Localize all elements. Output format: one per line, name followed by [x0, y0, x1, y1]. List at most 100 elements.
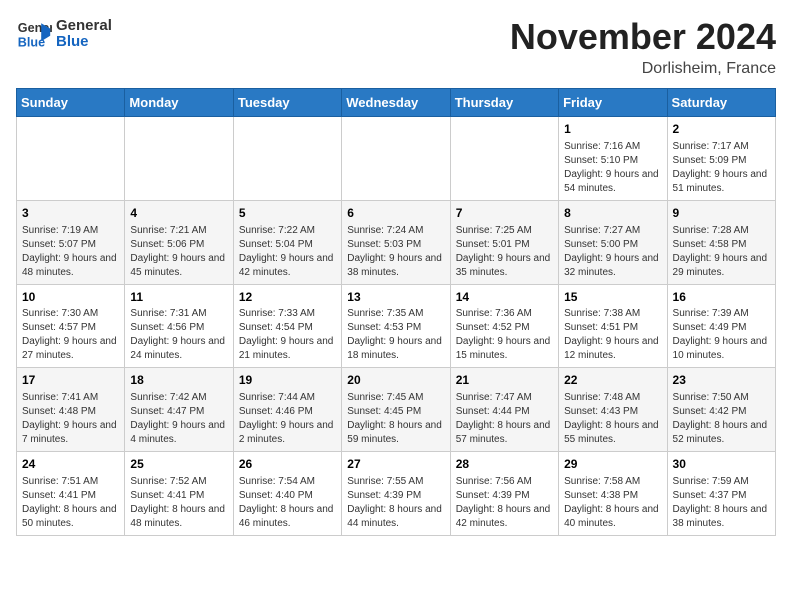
- calendar-week-2: 3 Sunrise: 7:19 AM Sunset: 5:07 PM Daylig…: [17, 200, 776, 284]
- day-detail: Sunrise: 7:50 AM Sunset: 4:42 PM Dayligh…: [673, 392, 768, 445]
- day-number: 12: [239, 289, 336, 306]
- calendar-table: SundayMondayTuesdayWednesdayThursdayFrid…: [16, 88, 776, 536]
- day-detail: Sunrise: 7:28 AM Sunset: 4:58 PM Dayligh…: [673, 225, 768, 278]
- day-number: 29: [564, 456, 661, 473]
- day-detail: Sunrise: 7:25 AM Sunset: 5:01 PM Dayligh…: [456, 225, 551, 278]
- day-number: 23: [673, 372, 770, 389]
- day-number: 9: [673, 205, 770, 222]
- day-detail: Sunrise: 7:33 AM Sunset: 4:54 PM Dayligh…: [239, 308, 334, 361]
- calendar-header-row: SundayMondayTuesdayWednesdayThursdayFrid…: [17, 89, 776, 117]
- calendar-cell: [125, 117, 233, 201]
- calendar-cell: 5 Sunrise: 7:22 AM Sunset: 5:04 PM Daylig…: [233, 200, 341, 284]
- day-detail: Sunrise: 7:47 AM Sunset: 4:44 PM Dayligh…: [456, 392, 551, 445]
- day-detail: Sunrise: 7:35 AM Sunset: 4:53 PM Dayligh…: [347, 308, 442, 361]
- day-detail: Sunrise: 7:19 AM Sunset: 5:07 PM Dayligh…: [22, 225, 117, 278]
- calendar-cell: [342, 117, 450, 201]
- day-number: 5: [239, 205, 336, 222]
- calendar-week-5: 24 Sunrise: 7:51 AM Sunset: 4:41 PM Dayli…: [17, 452, 776, 536]
- calendar-cell: 6 Sunrise: 7:24 AM Sunset: 5:03 PM Daylig…: [342, 200, 450, 284]
- day-number: 30: [673, 456, 770, 473]
- day-detail: Sunrise: 7:16 AM Sunset: 5:10 PM Dayligh…: [564, 141, 659, 194]
- location-title: Dorlisheim, France: [510, 60, 776, 78]
- svg-text:Blue: Blue: [18, 36, 45, 50]
- calendar-cell: 9 Sunrise: 7:28 AM Sunset: 4:58 PM Daylig…: [667, 200, 775, 284]
- calendar-cell: 19Sunrise: 7:44 AM Sunset: 4:46 PM Dayli…: [233, 368, 341, 452]
- calendar-cell: 7 Sunrise: 7:25 AM Sunset: 5:01 PM Daylig…: [450, 200, 558, 284]
- day-detail: Sunrise: 7:58 AM Sunset: 4:38 PM Dayligh…: [564, 476, 659, 529]
- day-detail: Sunrise: 7:39 AM Sunset: 4:49 PM Dayligh…: [673, 308, 768, 361]
- header-day-tuesday: Tuesday: [233, 89, 341, 117]
- calendar-cell: 4 Sunrise: 7:21 AM Sunset: 5:06 PM Daylig…: [125, 200, 233, 284]
- day-number: 25: [130, 456, 227, 473]
- day-detail: Sunrise: 7:52 AM Sunset: 4:41 PM Dayligh…: [130, 476, 225, 529]
- calendar-cell: 21 Sunrise: 7:47 AM Sunset: 4:44 PM Dayli…: [450, 368, 558, 452]
- day-number: 8: [564, 205, 661, 222]
- calendar-body: 1 Sunrise: 7:16 AM Sunset: 5:10 PM Daylig…: [17, 117, 776, 536]
- calendar-week-3: 10 Sunrise: 7:30 AM Sunset: 4:57 PM Dayli…: [17, 284, 776, 368]
- day-number: 4: [130, 205, 227, 222]
- day-number: 24: [22, 456, 119, 473]
- header-day-sunday: Sunday: [17, 89, 125, 117]
- day-number: 14: [456, 289, 553, 306]
- calendar-cell: [450, 117, 558, 201]
- calendar-cell: 8 Sunrise: 7:27 AM Sunset: 5:00 PM Daylig…: [559, 200, 667, 284]
- calendar-cell: 18 Sunrise: 7:42 AM Sunset: 4:47 PM Dayli…: [125, 368, 233, 452]
- calendar-week-4: 17Sunrise: 7:41 AM Sunset: 4:48 PM Dayli…: [17, 368, 776, 452]
- day-detail: Sunrise: 7:22 AM Sunset: 5:04 PM Dayligh…: [239, 225, 334, 278]
- day-number: 1: [564, 121, 661, 138]
- day-detail: Sunrise: 7:42 AM Sunset: 4:47 PM Dayligh…: [130, 392, 225, 445]
- month-title: November 2024: [510, 16, 776, 58]
- day-number: 7: [456, 205, 553, 222]
- calendar-cell: 30Sunrise: 7:59 AM Sunset: 4:37 PM Dayli…: [667, 452, 775, 536]
- calendar-cell: 27 Sunrise: 7:55 AM Sunset: 4:39 PM Dayli…: [342, 452, 450, 536]
- day-number: 6: [347, 205, 444, 222]
- day-number: 27: [347, 456, 444, 473]
- calendar-cell: 12 Sunrise: 7:33 AM Sunset: 4:54 PM Dayli…: [233, 284, 341, 368]
- header-day-wednesday: Wednesday: [342, 89, 450, 117]
- day-detail: Sunrise: 7:31 AM Sunset: 4:56 PM Dayligh…: [130, 308, 225, 361]
- day-number: 3: [22, 205, 119, 222]
- day-detail: Sunrise: 7:48 AM Sunset: 4:43 PM Dayligh…: [564, 392, 659, 445]
- day-number: 20: [347, 372, 444, 389]
- day-detail: Sunrise: 7:56 AM Sunset: 4:39 PM Dayligh…: [456, 476, 551, 529]
- day-number: 28: [456, 456, 553, 473]
- title-area: November 2024 Dorlisheim, France: [510, 16, 776, 78]
- calendar-cell: 13 Sunrise: 7:35 AM Sunset: 4:53 PM Dayli…: [342, 284, 450, 368]
- day-number: 2: [673, 121, 770, 138]
- calendar-cell: 2Sunrise: 7:17 AM Sunset: 5:09 PM Daylig…: [667, 117, 775, 201]
- day-detail: Sunrise: 7:55 AM Sunset: 4:39 PM Dayligh…: [347, 476, 442, 529]
- day-detail: Sunrise: 7:45 AM Sunset: 4:45 PM Dayligh…: [347, 392, 442, 445]
- calendar-cell: 22 Sunrise: 7:48 AM Sunset: 4:43 PM Dayli…: [559, 368, 667, 452]
- logo-general: General: [56, 18, 112, 35]
- header: General Blue General Blue November 2024 …: [16, 16, 776, 78]
- day-detail: Sunrise: 7:27 AM Sunset: 5:00 PM Dayligh…: [564, 225, 659, 278]
- day-number: 10: [22, 289, 119, 306]
- day-detail: Sunrise: 7:21 AM Sunset: 5:06 PM Dayligh…: [130, 225, 225, 278]
- calendar-cell: 16 Sunrise: 7:39 AM Sunset: 4:49 PM Dayli…: [667, 284, 775, 368]
- logo-icon: General Blue: [16, 16, 52, 52]
- day-detail: Sunrise: 7:51 AM Sunset: 4:41 PM Dayligh…: [22, 476, 117, 529]
- day-number: 15: [564, 289, 661, 306]
- day-number: 17: [22, 372, 119, 389]
- day-detail: Sunrise: 7:24 AM Sunset: 5:03 PM Dayligh…: [347, 225, 442, 278]
- calendar-cell: 11 Sunrise: 7:31 AM Sunset: 4:56 PM Dayli…: [125, 284, 233, 368]
- day-number: 19: [239, 372, 336, 389]
- day-number: 21: [456, 372, 553, 389]
- calendar-cell: 28 Sunrise: 7:56 AM Sunset: 4:39 PM Dayli…: [450, 452, 558, 536]
- day-number: 13: [347, 289, 444, 306]
- calendar-cell: 17Sunrise: 7:41 AM Sunset: 4:48 PM Dayli…: [17, 368, 125, 452]
- calendar-cell: 26Sunrise: 7:54 AM Sunset: 4:40 PM Dayli…: [233, 452, 341, 536]
- calendar-cell: [233, 117, 341, 201]
- day-detail: Sunrise: 7:30 AM Sunset: 4:57 PM Dayligh…: [22, 308, 117, 361]
- calendar-cell: 23 Sunrise: 7:50 AM Sunset: 4:42 PM Dayli…: [667, 368, 775, 452]
- logo: General Blue General Blue: [16, 16, 112, 52]
- header-day-saturday: Saturday: [667, 89, 775, 117]
- header-day-monday: Monday: [125, 89, 233, 117]
- day-number: 11: [130, 289, 227, 306]
- day-number: 16: [673, 289, 770, 306]
- calendar-cell: 29 Sunrise: 7:58 AM Sunset: 4:38 PM Dayli…: [559, 452, 667, 536]
- day-number: 22: [564, 372, 661, 389]
- calendar-cell: 1 Sunrise: 7:16 AM Sunset: 5:10 PM Daylig…: [559, 117, 667, 201]
- day-number: 18: [130, 372, 227, 389]
- calendar-cell: 14Sunrise: 7:36 AM Sunset: 4:52 PM Dayli…: [450, 284, 558, 368]
